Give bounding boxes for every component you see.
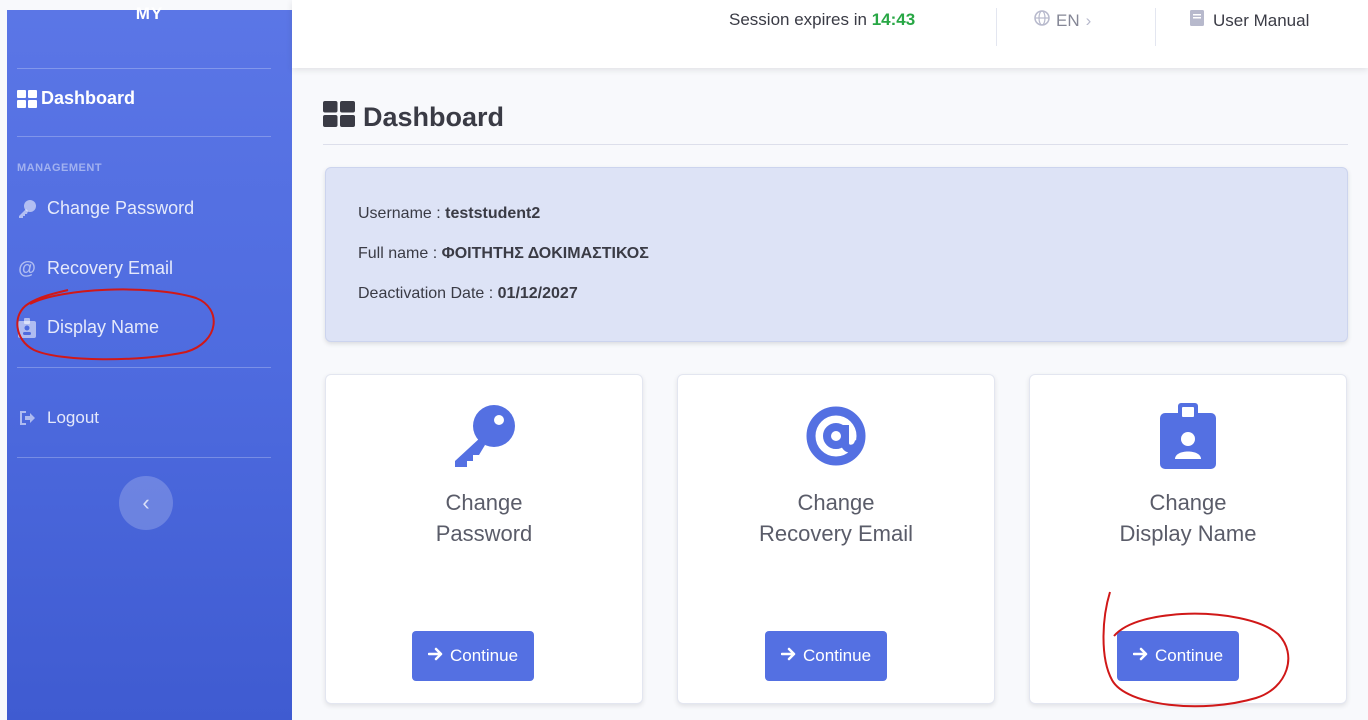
card-title: Change Display Name	[1119, 490, 1257, 546]
sidebar: MY Dashboard MANAGEMENT Change Password …	[7, 4, 292, 720]
page-title: Dashboard	[323, 101, 504, 134]
change-password-card: Change Password Continue	[325, 374, 643, 704]
globe-icon	[1034, 10, 1050, 31]
sidebar-item-label: Logout	[47, 408, 99, 427]
sidebar-divider	[17, 457, 271, 458]
sidebar-item-label: Change Password	[47, 198, 195, 218]
language-selector[interactable]: EN ›	[1034, 10, 1091, 31]
sidebar-item-label: Recovery Email	[47, 258, 174, 278]
key-icon	[16, 199, 38, 219]
session-timer: Session expires in 14:43	[729, 10, 916, 29]
arrow-right-icon	[780, 646, 797, 666]
sidebar-item-recovery-email[interactable]: @ Recovery Email	[16, 258, 173, 279]
account-info-card: Username : teststudent2 Full name : ΦΟΙΤ…	[325, 167, 1348, 342]
logout-icon	[16, 408, 38, 428]
at-icon: @	[18, 258, 36, 278]
username-row: Username : teststudent2	[358, 205, 541, 222]
continue-button[interactable]: Continue	[1117, 631, 1240, 681]
topbar: Session expires in 14:43 EN › User Manua…	[292, 0, 1368, 68]
card-title: Change Password	[435, 490, 533, 546]
dashboard-icon	[323, 101, 355, 134]
sidebar-item-logout[interactable]: Logout	[16, 408, 99, 428]
book-icon	[1190, 10, 1204, 31]
arrow-right-icon	[1132, 646, 1149, 666]
sidebar-item-label: Dashboard	[41, 88, 136, 108]
sidebar-item-label: Display Name	[47, 317, 160, 337]
continue-button[interactable]: Continue	[765, 631, 888, 681]
topbar-divider	[996, 8, 997, 46]
deactivation-row: Deactivation Date : 01/12/2027	[358, 285, 578, 302]
user-manual-link[interactable]: User Manual	[1190, 10, 1309, 31]
topbar-divider	[1155, 8, 1156, 46]
chevron-left-icon: ‹	[142, 490, 150, 515]
fullname-value: ΦΟΙΤΗΤΗΣ ΔΟΚΙΜΑΣΤΙΚΟΣ	[441, 245, 649, 262]
key-icon	[326, 401, 642, 471]
username-value: teststudent2	[445, 205, 541, 222]
sidebar-item-display-name[interactable]: Display Name	[16, 317, 159, 338]
sidebar-divider	[17, 136, 271, 137]
chevron-right-icon: ›	[1085, 10, 1092, 30]
deactivation-value: 01/12/2027	[497, 285, 578, 302]
sidebar-divider	[17, 367, 271, 368]
change-recovery-email-card: Change Recovery Email Continue	[677, 374, 995, 704]
sidebar-divider	[17, 68, 271, 69]
dashboard-icon	[16, 89, 38, 109]
arrow-right-icon	[427, 646, 444, 666]
card-title: Change Recovery Email	[758, 490, 914, 546]
sidebar-item-dashboard[interactable]: Dashboard	[16, 88, 135, 109]
sidebar-toggle-button[interactable]: ‹	[119, 476, 173, 530]
title-divider	[323, 144, 1348, 145]
fullname-row: Full name : ΦΟΙΤΗΤΗΣ ΔΟΚΙΜΑΣΤΙΚΟΣ	[358, 245, 649, 262]
sidebar-heading: MANAGEMENT	[17, 162, 103, 174]
brand-logo[interactable]: MY	[7, 4, 292, 68]
continue-button[interactable]: Continue	[412, 631, 535, 681]
sidebar-item-change-password[interactable]: Change Password	[16, 198, 194, 219]
change-display-name-card: Change Display Name Continue	[1029, 374, 1347, 704]
id-badge-icon	[1030, 401, 1346, 471]
at-icon	[678, 401, 994, 471]
session-time: 14:43	[871, 10, 916, 29]
id-badge-icon	[16, 317, 38, 338]
